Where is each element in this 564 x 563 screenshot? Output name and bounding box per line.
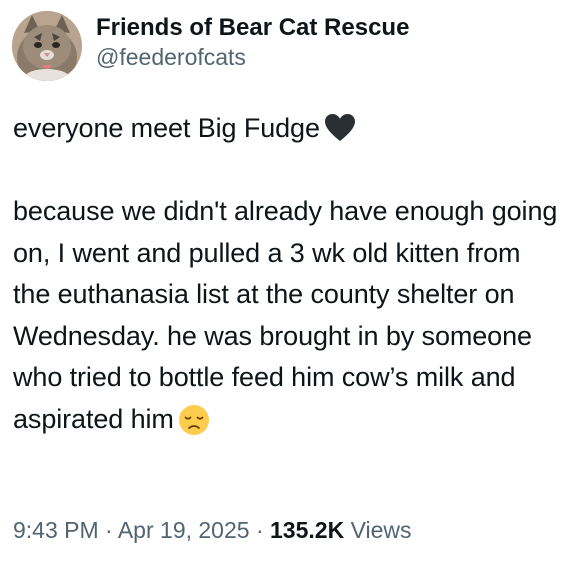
meta-separator: · xyxy=(105,517,113,543)
cat-avatar-icon xyxy=(12,11,82,81)
tweet-paragraph-2-text: because we didn't already have enough go… xyxy=(13,196,558,434)
tweet-date[interactable]: Apr 19, 2025 xyxy=(118,517,250,543)
tweet-meta: 9:43 PM · Apr 19, 2025 · 135.2K Views xyxy=(13,515,412,545)
author-names: Friends of Bear Cat Rescue @feederofcats xyxy=(96,13,409,72)
views-count[interactable]: 135.2K xyxy=(270,517,344,543)
tweet-line-1: everyone meet Big Fudge xyxy=(13,108,558,150)
meta-separator: · xyxy=(255,517,264,543)
views-label: Views xyxy=(350,517,412,543)
avatar[interactable] xyxy=(12,11,82,81)
display-name[interactable]: Friends of Bear Cat Rescue xyxy=(96,13,409,43)
tweet-time[interactable]: 9:43 PM xyxy=(13,517,99,543)
tweet: Friends of Bear Cat Rescue @feederofcats… xyxy=(0,0,564,563)
disappointed-face-icon xyxy=(178,404,209,435)
tweet-text: everyone meet Big Fudge because we didn'… xyxy=(13,108,558,440)
black-heart-icon xyxy=(324,114,355,141)
handle[interactable]: @feederofcats xyxy=(96,43,409,72)
tweet-paragraph-2: because we didn't already have enough go… xyxy=(13,191,558,440)
tweet-line-1-text: everyone meet Big Fudge xyxy=(13,113,320,143)
tweet-header: Friends of Bear Cat Rescue @feederofcats xyxy=(12,10,409,82)
